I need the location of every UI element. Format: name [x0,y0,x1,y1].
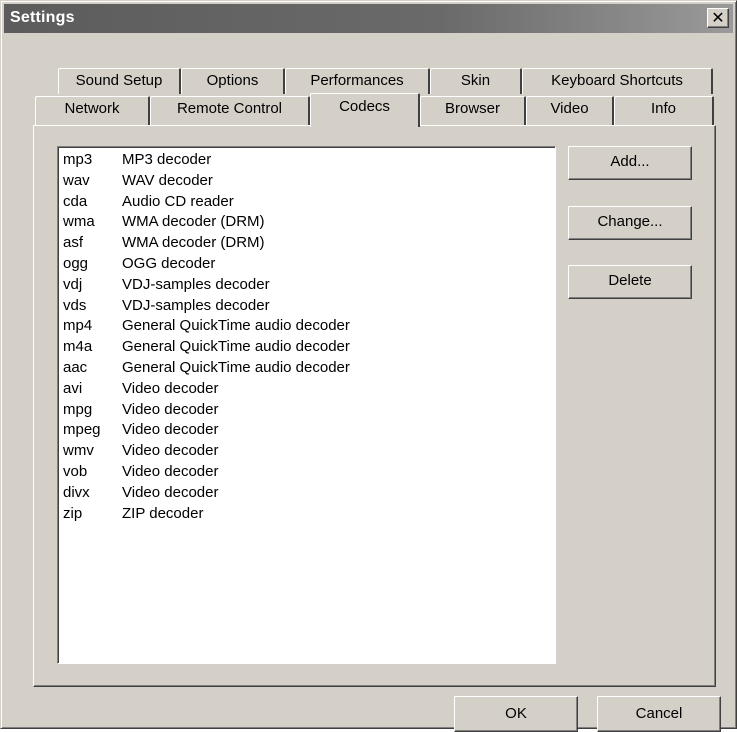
close-button[interactable]: ✕ [707,8,729,28]
codec-description: MP3 decoder [122,151,212,168]
codec-description: VDJ-samples decoder [122,296,270,314]
list-item[interactable]: zip ZIP decoder [58,504,555,525]
tab-codecs[interactable]: Codecs [310,93,420,127]
list-item[interactable]: wma WMA decoder (DRM) [58,212,555,233]
codec-extension: asf [63,234,84,252]
codec-extension: divx [63,483,90,501]
codec-extension: aac [63,358,88,376]
codec-description: Video decoder [122,379,219,397]
codec-extension: vob [63,462,88,480]
codec-extension: vds [63,296,87,314]
list-item[interactable]: vdj VDJ-samples decoder [58,275,555,296]
delete-button[interactable]: Delete [568,265,692,299]
tab-info[interactable]: Info [614,96,714,126]
codec-description: Video decoder [122,442,219,460]
list-item[interactable]: aac General QuickTime audio decoder [58,358,555,379]
close-icon: ✕ [711,10,725,27]
add-button[interactable]: Add... [568,146,692,180]
codec-description: Audio CD reader [122,192,234,210]
codec-extension: wav [63,171,90,189]
codec-extension: cda [63,192,88,210]
codecs-list[interactable]: mp3 MP3 decoder wav WAV decoder cda Audio C… [57,146,556,664]
list-item[interactable]: vds VDJ-samples decoder [58,296,555,317]
list-item[interactable]: ogg OGG decoder [58,254,555,275]
list-item[interactable]: m4a General QuickTime audio decoder [58,337,555,358]
list-item[interactable]: mpg Video decoder [58,400,555,421]
tab-video[interactable]: Video [526,96,614,126]
tab-browser[interactable]: Browser [420,96,526,126]
list-item[interactable]: asf WMA decoder (DRM) [58,233,555,254]
tab-keyboard-shortcuts[interactable]: Keyboard Shortcuts [522,68,713,94]
codec-description: OGG decoder [122,254,216,272]
list-item[interactable]: wav WAV decoder [58,171,555,192]
codec-description: ZIP decoder [122,504,204,522]
codec-description: Video decoder [122,400,219,418]
codec-extension: wmv [63,442,94,460]
settings-dialog: Settings ✕ Sound Setup Options Performan… [0,0,737,732]
list-item[interactable]: vob Video decoder [58,462,555,483]
list-item[interactable]: wmv Video decoder [58,441,555,462]
codec-extension: ogg [63,254,89,272]
codec-description: General QuickTime audio decoder [122,358,350,376]
cancel-button[interactable]: Cancel [597,696,721,732]
tab-performances[interactable]: Performances [285,68,430,94]
codec-extension: mp4 [63,317,93,335]
tab-options[interactable]: Options [181,68,285,94]
title-bar: Settings ✕ [4,4,733,33]
codec-extension: avi [63,379,83,397]
codec-description: General QuickTime audio decoder [122,317,350,335]
codec-description: General QuickTime audio decoder [122,338,350,356]
codec-extension: vdj [63,275,83,293]
codec-extension: mpg [63,400,93,418]
change-button[interactable]: Change... [568,206,692,240]
codec-extension: mp3 [63,151,93,168]
codec-extension: m4a [63,338,93,356]
tab-sound-setup[interactable]: Sound Setup [58,68,181,94]
list-item[interactable]: mp3 MP3 decoder [58,150,555,171]
codec-description: WAV decoder [122,171,213,189]
ok-button[interactable]: OK [454,696,578,732]
codec-description: WMA decoder (DRM) [122,234,265,252]
codec-description: Video decoder [122,462,219,480]
window-title: Settings [10,9,75,26]
list-item[interactable]: cda Audio CD reader [58,192,555,213]
list-item[interactable]: mpeg Video decoder [58,420,555,441]
tab-network[interactable]: Network [35,96,150,126]
codec-extension: zip [63,504,83,522]
tab-remote-control[interactable]: Remote Control [150,96,310,126]
codec-description: Video decoder [122,421,219,439]
codec-description: VDJ-samples decoder [122,275,270,293]
list-item[interactable]: avi Video decoder [58,379,555,400]
codec-extension: wma [63,213,95,231]
codec-description: Video decoder [122,483,219,501]
codec-description: WMA decoder (DRM) [122,213,265,231]
list-item[interactable]: divx Video decoder [58,483,555,504]
tab-skin[interactable]: Skin [430,68,522,94]
codec-extension: mpeg [63,421,101,439]
list-item[interactable]: mp4 General QuickTime audio decoder [58,316,555,337]
